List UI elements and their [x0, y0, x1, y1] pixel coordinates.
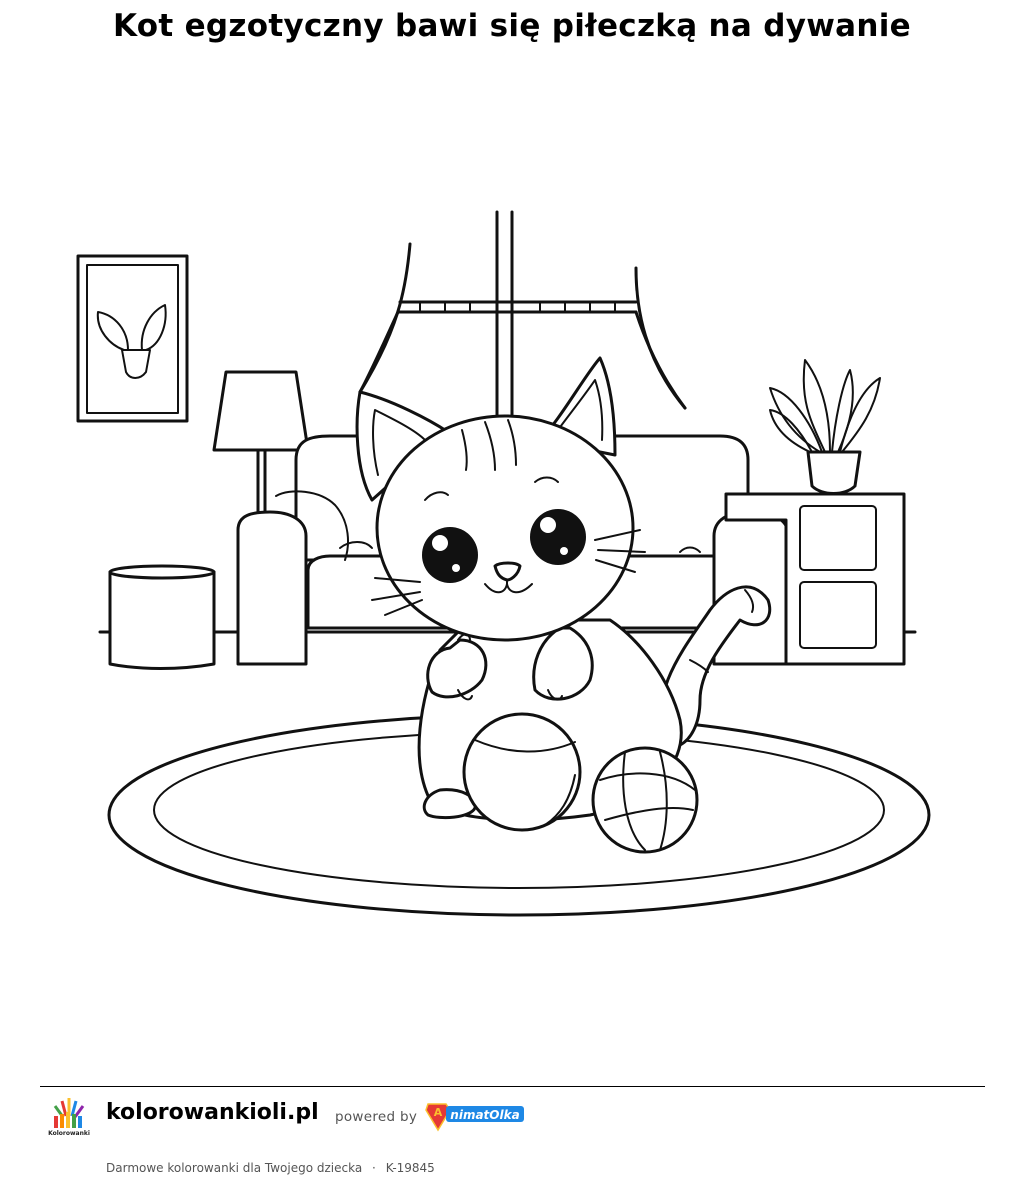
coloring-illustration — [76, 210, 931, 917]
yarn-ball — [591, 746, 699, 854]
site-name[interactable]: kolorowankioli.pl — [106, 1100, 319, 1125]
window — [358, 210, 687, 432]
tagline-text: Darmowe kolorowanki dla Twojego dziecka — [106, 1161, 363, 1175]
footer-tagline: Darmowe kolorowanki dla Twojego dziecka … — [106, 1161, 435, 1175]
page-title: Kot egzotyczny bawi się piłeczką na dywa… — [113, 8, 911, 44]
picture-frame — [76, 254, 189, 423]
svg-text:A: A — [434, 1106, 443, 1119]
big-ball — [462, 712, 582, 832]
powered-by-label: powered by — [335, 1109, 418, 1125]
image-code: K-19845 — [385, 1161, 435, 1175]
footer-divider — [40, 1086, 985, 1087]
floor-lamp — [212, 370, 310, 517]
kolorowanki-logo-icon[interactable]: Kolorowanki — [44, 1092, 94, 1140]
pouf — [108, 564, 216, 670]
tagline-separator: · — [372, 1161, 376, 1175]
svg-text:Kolorowanki: Kolorowanki — [48, 1130, 90, 1137]
svg-text:nimatOlka: nimatOlka — [450, 1108, 519, 1122]
animatolka-logo-icon[interactable]: A nimatOlka — [424, 1098, 528, 1134]
potted-plant — [769, 359, 881, 495]
